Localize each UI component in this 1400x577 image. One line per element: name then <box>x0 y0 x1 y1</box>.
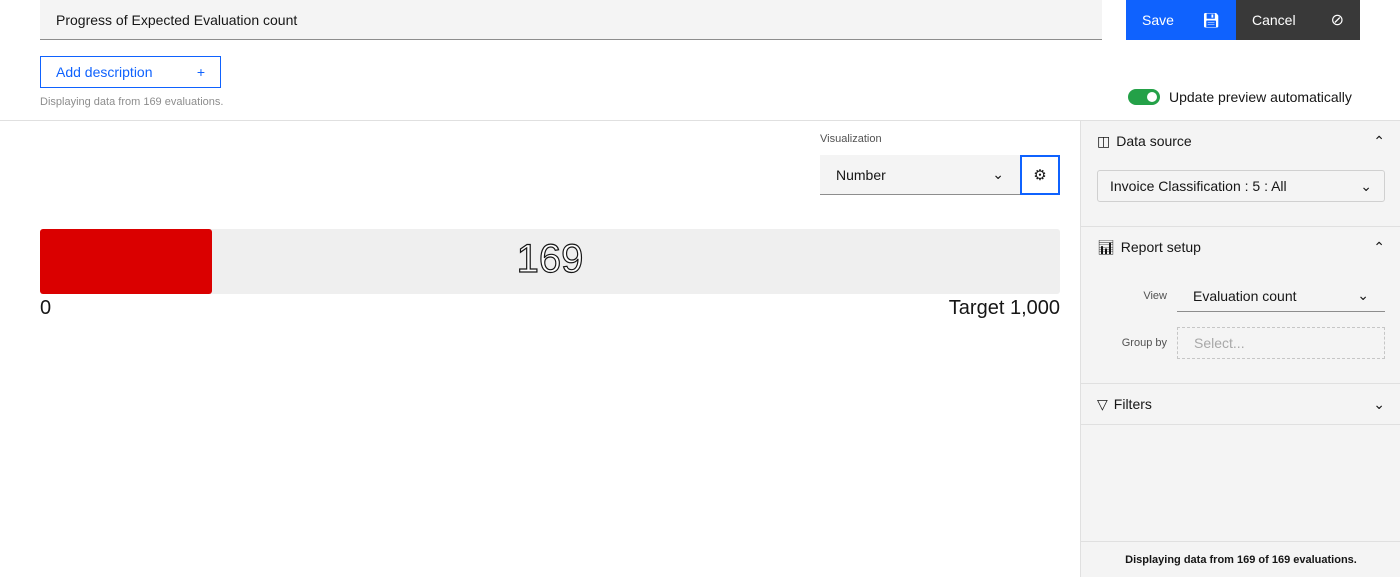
save-button[interactable]: Save 💾︎ <box>1126 0 1236 40</box>
chevron-down-icon: ⌄ <box>1357 287 1369 303</box>
chevron-up-icon: ⌃ <box>1373 238 1385 255</box>
save-icon: 💾︎ <box>1202 11 1220 28</box>
chart-icon: 📊︎ <box>1097 238 1115 255</box>
group-by-select[interactable]: Select... <box>1177 327 1385 359</box>
auto-update-toggle[interactable] <box>1128 89 1160 105</box>
view-value: Evaluation count <box>1193 287 1297 304</box>
chevron-down-icon: ⌄ <box>1360 177 1372 194</box>
filters-header[interactable]: ▽ Filters ⌄ <box>1081 384 1400 424</box>
chevron-down-icon: ⌄ <box>1373 395 1385 412</box>
visualization-select[interactable]: Number ⌄ <box>820 155 1020 195</box>
cancel-label: Cancel <box>1252 12 1296 28</box>
add-description-button[interactable]: Add description + <box>40 56 221 88</box>
report-title-input[interactable]: Progress of Expected Evaluation count <box>40 0 1102 40</box>
report-setup-header[interactable]: 📊︎ Report setup ⌃ <box>1081 227 1400 267</box>
panel-footer: Displaying data from 169 of 169 evaluati… <box>1081 541 1400 577</box>
database-icon: ◫ <box>1097 132 1111 149</box>
data-source-value: Invoice Classification : 5 : All <box>1110 178 1287 194</box>
cancel-icon: ⊘ <box>1330 12 1344 29</box>
add-description-label: Add description <box>56 64 153 80</box>
save-label: Save <box>1142 12 1174 28</box>
progress-target-label: Target 1,000 <box>948 297 1060 319</box>
view-label: View <box>1143 290 1167 302</box>
group-by-placeholder: Select... <box>1194 335 1245 351</box>
group-by-label: Group by <box>1121 337 1167 349</box>
filters-title: Filters <box>1113 396 1152 412</box>
report-setup-title: Report setup <box>1120 239 1201 255</box>
progress-min-label: 0 <box>40 297 52 319</box>
chevron-down-icon: ⌄ <box>992 166 1004 182</box>
progress-value: 169 <box>516 236 584 281</box>
progress-track: 169 <box>40 229 1060 294</box>
gear-icon[interactable]: ⚙ <box>1020 155 1060 195</box>
view-select[interactable]: Evaluation count ⌄ <box>1177 280 1385 312</box>
cancel-button[interactable]: Cancel ⊘ <box>1236 0 1360 40</box>
data-source-select[interactable]: Invoice Classification : 5 : All ⌄ <box>1097 170 1385 202</box>
plus-icon: + <box>196 64 205 80</box>
divider <box>1081 424 1400 425</box>
settings-panel: ◫ Data source ⌃ Invoice Classification : 5… <box>1080 121 1400 577</box>
toggle-label: Update preview automatically <box>1169 89 1352 105</box>
visualization-label: Visualization <box>820 133 882 145</box>
data-source-header[interactable]: ◫ Data source ⌃ <box>1081 121 1400 161</box>
data-hint: Displaying data from 169 evaluations. <box>40 96 224 108</box>
filter-icon: ▽ <box>1097 395 1108 412</box>
chevron-up-icon: ⌃ <box>1373 132 1385 149</box>
data-source-title: Data source <box>1116 133 1192 149</box>
visualization-value: Number <box>836 166 886 183</box>
